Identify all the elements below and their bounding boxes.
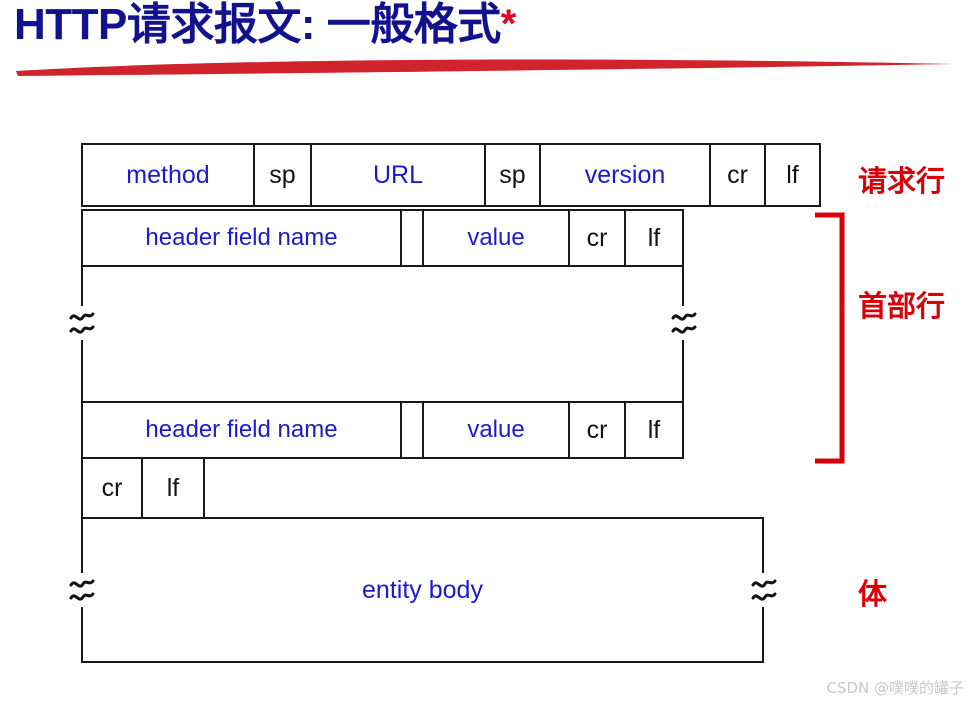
annotation-header-lines: 首部行 xyxy=(858,289,946,323)
cell-lf-header-last: lf xyxy=(624,401,684,459)
cell-header-field-name-first: header field name xyxy=(81,209,402,267)
cell-lf-header-first: lf xyxy=(624,209,684,267)
header-lines-bracket xyxy=(815,212,845,464)
cell-header-value-last: value xyxy=(422,401,570,459)
cell-lf-blank-line: lf xyxy=(141,457,205,519)
header-lines-continuation-region xyxy=(81,265,684,403)
cell-header-colon-last xyxy=(400,401,424,459)
continuation-break-icon-left-body xyxy=(69,573,95,607)
cell-header-colon-first xyxy=(400,209,424,267)
annotation-request-line: 请求行 xyxy=(858,164,946,198)
cell-sp-1: sp xyxy=(253,143,312,207)
cell-header-field-name-last: header field name xyxy=(81,401,402,459)
cell-header-value-first: value xyxy=(422,209,570,267)
http-request-message-diagram: method sp URL sp version cr lf header fi… xyxy=(0,0,978,708)
csdn-watermark: CSDN @噗噗的罐子 xyxy=(826,679,964,697)
cell-entity-body: entity body xyxy=(81,517,764,663)
cell-cr-blank-line: cr xyxy=(81,457,143,519)
cell-lf-request-line: lf xyxy=(764,143,821,207)
cell-version: version xyxy=(539,143,711,207)
cell-url: URL xyxy=(310,143,486,207)
cell-cr-header-first: cr xyxy=(568,209,626,267)
annotation-entity-body: 体 xyxy=(858,577,888,611)
continuation-break-icon-left-headers xyxy=(69,306,95,340)
continuation-break-icon-right-headers xyxy=(671,306,697,340)
cell-method: method xyxy=(81,143,255,207)
cell-cr-header-last: cr xyxy=(568,401,626,459)
cell-cr-request-line: cr xyxy=(709,143,766,207)
continuation-break-icon-right-body xyxy=(751,573,777,607)
cell-sp-2: sp xyxy=(484,143,541,207)
